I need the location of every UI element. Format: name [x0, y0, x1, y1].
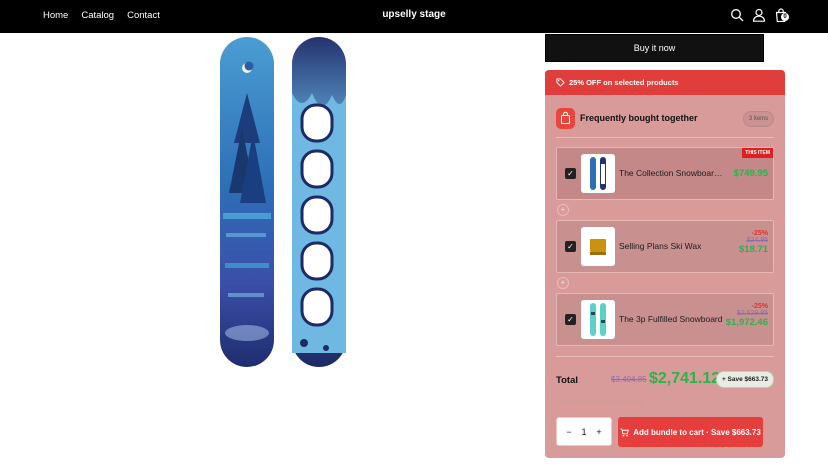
this-item-tag: THIS ITEM — [742, 148, 773, 158]
item-old-price: $24.95 — [746, 237, 768, 244]
item-discount: -25% — [751, 230, 768, 237]
increase-button[interactable]: + — [593, 427, 605, 437]
discount-note: Discount will be applied at checkout — [556, 399, 644, 405]
save-badge: + Save $663.73 — [716, 371, 774, 388]
store-brand[interactable]: upselly stage — [0, 9, 828, 20]
promo-text: 25% OFF on selected products — [569, 78, 679, 87]
item-name[interactable]: The Collection Snowboard: Liquid — [619, 168, 725, 178]
search-icon[interactable] — [730, 8, 744, 22]
item-checkbox[interactable]: ✓ — [565, 314, 576, 325]
divider — [556, 356, 774, 357]
bundle-item[interactable]: ✓ The 3p Fulfilled Snowboard -25% $2,629… — [556, 293, 774, 346]
item-price: $1,972.46 — [725, 317, 768, 328]
shopping-bag-icon — [556, 108, 575, 129]
tag-icon — [556, 78, 565, 87]
item-checkbox[interactable]: ✓ — [565, 168, 576, 179]
item-discount: -25% — [751, 303, 768, 310]
product-image[interactable] — [126, 33, 443, 387]
buy-now-button[interactable]: Buy it now — [545, 34, 764, 62]
bundle-item[interactable]: ✓ Selling Plans Ski Wax -25% $24.95 $18.… — [556, 220, 774, 273]
cart-count-badge: 0 — [781, 13, 789, 21]
item-thumbnail — [581, 227, 615, 266]
add-bundle-button[interactable]: Add bundle to cart · Save $663.73 — [618, 417, 763, 447]
divider — [556, 137, 774, 138]
total-old-price: $3,404.85 — [611, 375, 647, 384]
item-count-badge: 3 items — [743, 111, 774, 127]
bundle-header: Frequently bought together 3 items — [556, 107, 774, 131]
bundle-item[interactable]: ✓ The Collection Snowboard: Liquid THIS … — [556, 147, 774, 200]
add-bundle-label: Add bundle to cart · Save $663.73 — [633, 427, 761, 437]
bundle-title: Frequently bought together — [580, 113, 698, 123]
item-name[interactable]: The 3p Fulfilled Snowboard — [619, 314, 725, 324]
quantity-stepper[interactable]: − 1 + — [556, 417, 612, 446]
account-icon[interactable] — [752, 8, 766, 22]
quantity-value[interactable]: 1 — [578, 427, 590, 437]
item-thumbnail — [581, 300, 615, 339]
bundle-widget: 25% OFF on selected products Frequently … — [545, 70, 785, 458]
item-old-price: $2,629.95 — [736, 310, 768, 317]
snowboards-illustration — [220, 37, 346, 367]
promo-banner: 25% OFF on selected products — [545, 70, 785, 95]
item-price: $749.95 — [733, 168, 768, 179]
plus-separator: + — [557, 277, 569, 289]
item-price: $18.71 — [738, 244, 768, 255]
plus-separator: + — [557, 204, 569, 216]
cart-icon — [620, 427, 630, 436]
item-name[interactable]: Selling Plans Ski Wax — [619, 241, 725, 251]
site-header: Home Catalog Contact upselly stage 0 — [0, 0, 828, 33]
total-label: Total — [556, 375, 578, 386]
item-thumbnail — [581, 154, 615, 193]
item-checkbox[interactable]: ✓ — [565, 241, 576, 252]
decrease-button[interactable]: − — [563, 427, 575, 437]
total-price: $2,741.12 — [649, 370, 721, 387]
